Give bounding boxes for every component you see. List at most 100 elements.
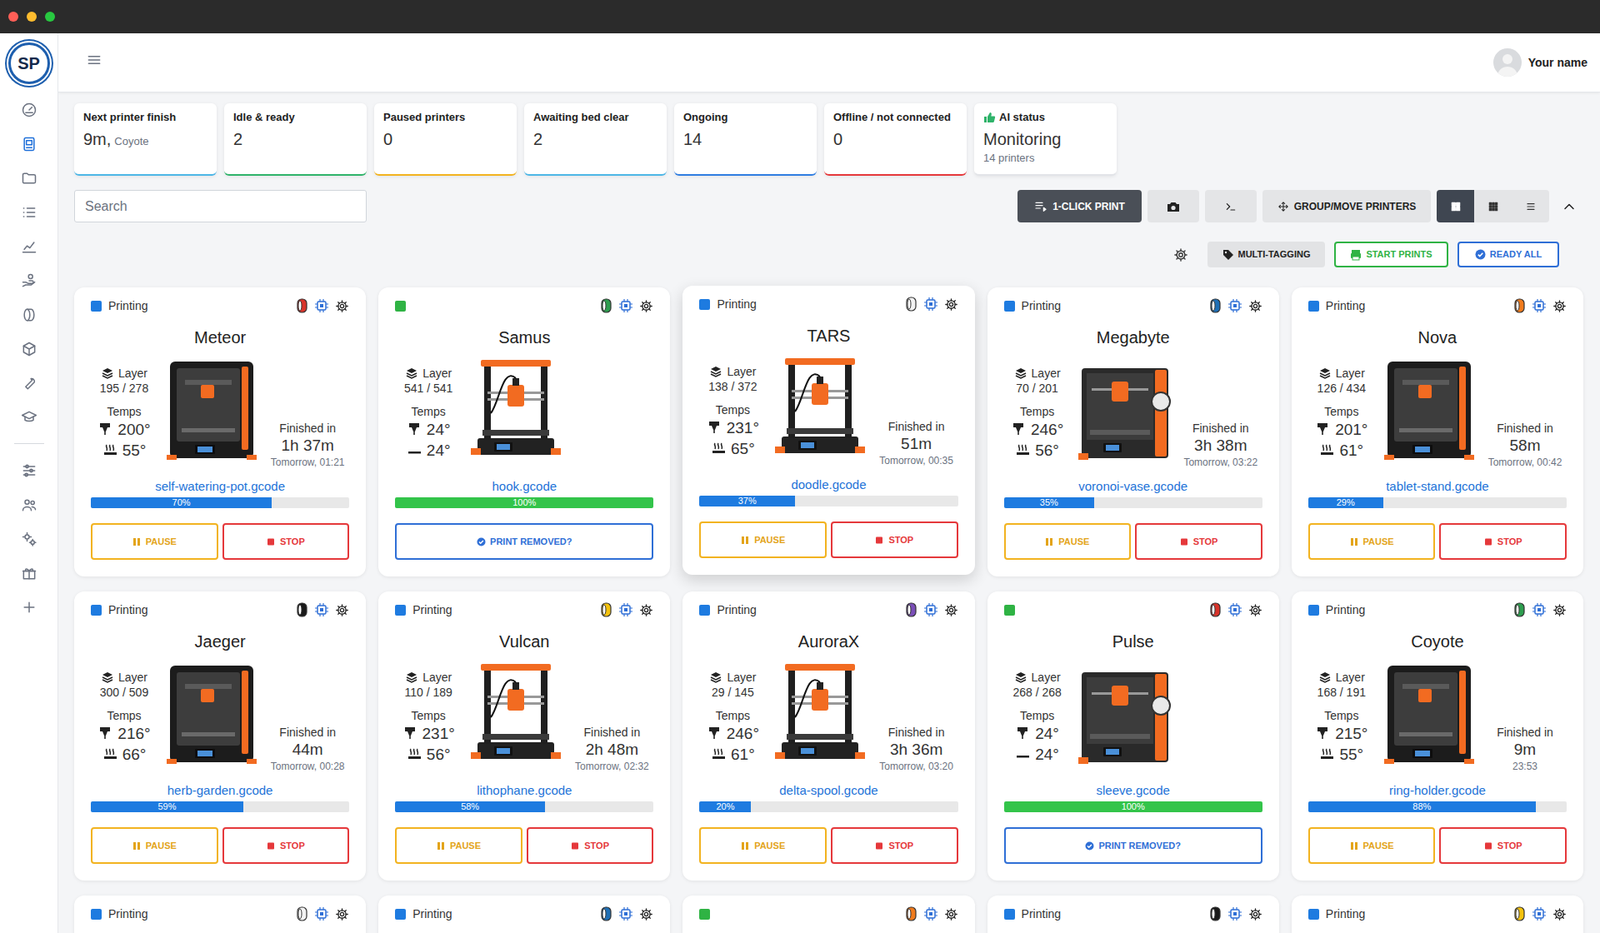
- card-settings-button[interactable]: [639, 907, 654, 922]
- sidebar-item[interactable]: [0, 487, 58, 522]
- sidebar-item[interactable]: [0, 263, 58, 298]
- card-settings-button[interactable]: [944, 603, 959, 618]
- sidebar-item[interactable]: [0, 126, 58, 161]
- pause-button[interactable]: PAUSE: [395, 827, 523, 865]
- printer-card[interactable]: PrintingMeteorLayer195 / 278Temps200°55°…: [74, 287, 366, 577]
- pause-button[interactable]: PAUSE: [699, 827, 827, 865]
- pause-button[interactable]: PAUSE: [1308, 523, 1436, 560]
- settings-button[interactable]: [1170, 241, 1191, 268]
- sidebar-item[interactable]: [0, 555, 58, 590]
- printer-card[interactable]: PrintingJaegerLayer300 / 509Temps216°66°…: [74, 591, 366, 881]
- pause-button[interactable]: PAUSE: [90, 523, 219, 560]
- card-settings-button[interactable]: [1248, 907, 1263, 922]
- printer-card[interactable]: Printing: [74, 895, 366, 933]
- sidebar-item[interactable]: [0, 92, 58, 127]
- card-settings-button[interactable]: [944, 297, 959, 312]
- pause-button[interactable]: PAUSE: [1308, 827, 1436, 865]
- gcode-file-link[interactable]: ring-holder.gcode: [1308, 783, 1567, 799]
- card-settings-button[interactable]: [639, 603, 654, 618]
- view-option[interactable]: [1511, 190, 1550, 223]
- card-settings-button[interactable]: [944, 907, 959, 922]
- removed-button[interactable]: PRINT REMOVED?: [395, 523, 654, 560]
- menu-button[interactable]: [85, 51, 103, 75]
- gcode-file-link[interactable]: voronoi-vase.gcode: [1004, 479, 1263, 495]
- sidebar-item[interactable]: [0, 400, 58, 435]
- layer-temps: Layer541 / 541Temps24°24°: [395, 348, 462, 478]
- gcode-file-link[interactable]: self-watering-pot.gcode: [90, 479, 350, 495]
- printer-card[interactable]: PrintingMegabyteLayer70 / 201Temps246°56…: [987, 287, 1280, 577]
- card-settings-button[interactable]: [1552, 907, 1567, 922]
- gear-icon: [944, 907, 959, 922]
- user-menu[interactable]: Your name: [1493, 48, 1588, 77]
- card-header-icons: [1209, 906, 1263, 922]
- stop-button[interactable]: STOP: [222, 827, 350, 865]
- window-control[interactable]: [8, 11, 19, 22]
- pause-button[interactable]: PAUSE: [90, 827, 219, 865]
- terminal-button[interactable]: [1205, 190, 1257, 223]
- printer-card[interactable]: [682, 895, 975, 933]
- card-settings-button[interactable]: [335, 299, 350, 314]
- stop-button[interactable]: STOP: [222, 523, 350, 560]
- ready-all-button[interactable]: READY ALL: [1457, 241, 1560, 268]
- sidebar-item[interactable]: [0, 521, 58, 556]
- pause-button[interactable]: PAUSE: [1004, 523, 1132, 560]
- stop-button[interactable]: STOP: [830, 827, 959, 865]
- printer-card[interactable]: PrintingNovaLayer126 / 434Temps201°61°Fi…: [1291, 287, 1584, 577]
- check-circle-icon: [1085, 841, 1095, 851]
- printer-card[interactable]: Printing: [1291, 895, 1584, 933]
- terminal-icon: [1224, 200, 1238, 214]
- sidebar-item[interactable]: [0, 590, 58, 625]
- gcode-file-link[interactable]: delta-spool.gcode: [699, 783, 958, 799]
- view-option[interactable]: [1436, 190, 1475, 223]
- removed-button[interactable]: PRINT REMOVED?: [1004, 827, 1263, 865]
- gcode-file-link[interactable]: lithophane.gcode: [395, 783, 654, 799]
- stop-button[interactable]: STOP: [526, 827, 655, 865]
- stop-button[interactable]: STOP: [1135, 523, 1263, 560]
- multi-tagging-button[interactable]: MULTI-TAGGING: [1207, 241, 1325, 268]
- card-settings-button[interactable]: [335, 603, 350, 618]
- camera-button[interactable]: [1147, 190, 1200, 223]
- printer-card[interactable]: PrintingAuroraXLayer29 / 145Temps246°61°…: [682, 591, 975, 881]
- one-click-print-button[interactable]: 1-CLICK PRINT: [1017, 190, 1142, 223]
- sidebar-item[interactable]: [0, 331, 58, 366]
- printer-card[interactable]: PulseLayer268 / 268Temps24°24°sleeve.gco…: [987, 591, 1280, 881]
- printer-card[interactable]: PrintingCoyoteLayer168 / 191Temps215°55°…: [1291, 591, 1584, 881]
- stop-button[interactable]: STOP: [1439, 523, 1567, 560]
- sidebar-item[interactable]: [0, 195, 58, 230]
- bed-temp: 61°: [1339, 440, 1364, 461]
- printer-card[interactable]: Printing: [987, 895, 1280, 933]
- printer-card[interactable]: PrintingTARSLayer138 / 372Temps231°65°Fi…: [682, 285, 975, 575]
- card-settings-button[interactable]: [335, 907, 350, 922]
- card-header-icons: [905, 602, 959, 618]
- collapse-button[interactable]: [1555, 190, 1584, 223]
- gcode-file-link[interactable]: herb-garden.gcode: [90, 783, 350, 799]
- printer-card[interactable]: PrintingVulcanLayer110 / 189Temps231°56°…: [378, 591, 670, 881]
- gcode-file-link[interactable]: hook.gcode: [395, 479, 654, 495]
- window-control[interactable]: [45, 11, 55, 22]
- search-input[interactable]: [74, 190, 367, 223]
- sidebar-item[interactable]: [0, 160, 58, 195]
- sidebar-item[interactable]: [0, 453, 58, 488]
- card-settings-button[interactable]: [1552, 299, 1567, 314]
- stop-button[interactable]: STOP: [830, 521, 959, 559]
- printer-card[interactable]: SamusLayer541 / 541Temps24°24°hook.gcode…: [378, 287, 670, 577]
- stop-button[interactable]: STOP: [1439, 827, 1567, 865]
- card-settings-button[interactable]: [1248, 299, 1263, 314]
- ai-chip-icon: [923, 602, 939, 618]
- gcode-file-link[interactable]: doodle.gcode: [699, 477, 958, 493]
- card-settings-button[interactable]: [1248, 603, 1263, 618]
- card-settings-button[interactable]: [639, 299, 654, 314]
- sidebar-item[interactable]: [0, 229, 58, 264]
- pause-button[interactable]: PAUSE: [699, 521, 827, 559]
- view-option[interactable]: [1474, 190, 1512, 223]
- printer-card[interactable]: Printing: [378, 895, 670, 933]
- start-prints-button[interactable]: START PRINTS: [1334, 241, 1449, 268]
- sidebar-item[interactable]: [0, 365, 58, 400]
- logo[interactable]: SP: [8, 42, 50, 85]
- card-settings-button[interactable]: [1552, 603, 1567, 618]
- window-control[interactable]: [26, 11, 37, 22]
- sidebar-item[interactable]: [0, 297, 58, 332]
- gcode-file-link[interactable]: sleeve.gcode: [1004, 783, 1263, 799]
- gcode-file-link[interactable]: tablet-stand.gcode: [1308, 479, 1567, 495]
- group-move-button[interactable]: GROUP/MOVE PRINTERS: [1262, 190, 1431, 223]
